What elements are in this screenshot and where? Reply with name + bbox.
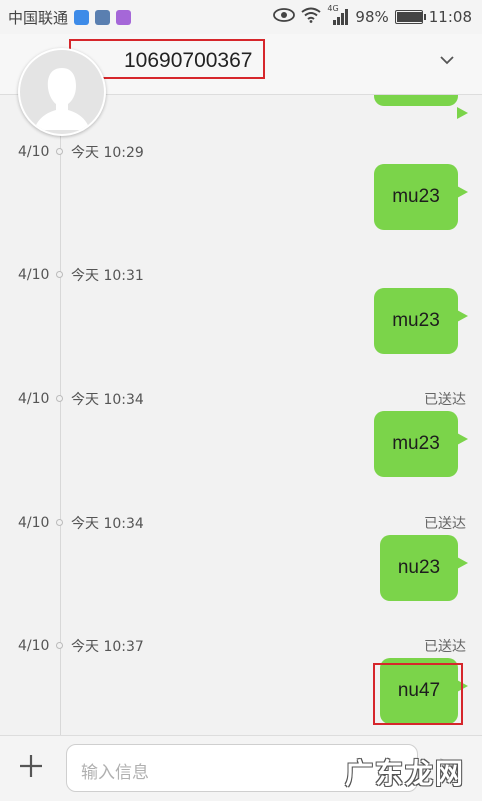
message-bubble[interactable]: mu23	[374, 164, 468, 230]
delivery-status: 已送达	[424, 392, 466, 408]
timeline-dot	[56, 519, 63, 526]
plus-icon[interactable]	[18, 748, 44, 788]
message-bubble-partial[interactable]	[374, 95, 468, 119]
message-time: 今天 10:31	[71, 268, 144, 284]
message-time: 今天 10:34	[71, 392, 144, 408]
message-date: 4/10	[18, 391, 50, 407]
battery-icon	[394, 10, 426, 24]
message-date: 4/10	[18, 515, 50, 531]
message-date: 4/10	[18, 144, 50, 160]
delivery-status: 已送达	[424, 516, 466, 532]
message-list[interactable]: 4/10 今天 10:29 mu23 4/10 今天 10:31 mu23 4/…	[0, 95, 482, 735]
avatar[interactable]	[18, 48, 106, 136]
message-app-icon	[116, 9, 132, 25]
message-time: 今天 10:34	[71, 516, 144, 532]
message-bubble[interactable]: mu23	[374, 288, 468, 354]
message-time: 今天 10:37	[71, 639, 144, 655]
message-bubble[interactable]: mu23	[374, 411, 468, 477]
timeline-dot	[56, 148, 63, 155]
highlight-box	[373, 663, 463, 725]
eye-icon	[273, 8, 296, 26]
delivery-status: 已送达	[424, 639, 466, 655]
timeline-dot	[56, 271, 63, 278]
timeline-line	[60, 95, 61, 735]
status-bar: 中国联通 4G 98% 11:08	[0, 0, 482, 34]
carrier-label: 中国联通	[8, 8, 69, 27]
timeline-dot	[56, 395, 63, 402]
contact-number[interactable]: 10690700367	[124, 49, 252, 73]
timeline-dot	[56, 642, 63, 649]
clock: 11:08	[428, 8, 472, 26]
signal-icon: 4G	[327, 4, 349, 26]
battery-percent: 98%	[355, 8, 389, 26]
message-bubble[interactable]: nu23	[380, 535, 468, 601]
notification-app-icon	[74, 9, 90, 25]
message-time: 今天 10:29	[71, 145, 144, 161]
message-date: 4/10	[18, 638, 50, 654]
watermark: 广东龙网	[345, 757, 466, 790]
battery-fill	[396, 12, 423, 22]
gallery-app-icon	[95, 9, 111, 25]
wifi-icon	[301, 7, 322, 27]
chevron-down-icon[interactable]	[440, 50, 454, 69]
message-date: 4/10	[18, 267, 50, 283]
